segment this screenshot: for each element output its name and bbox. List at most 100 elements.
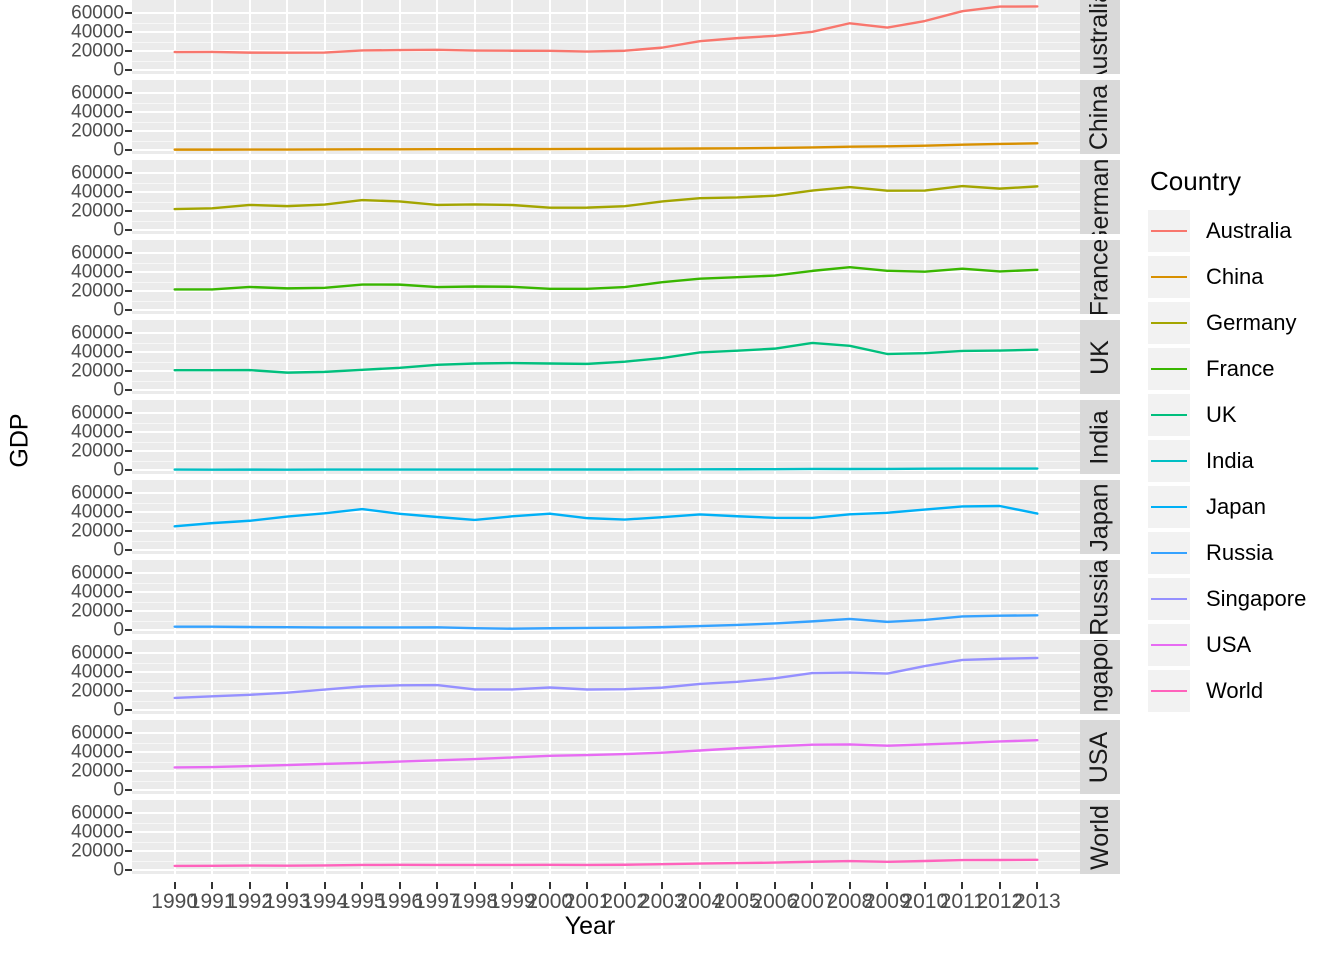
- facet-row: 0 20000 40000 60000 USA: [40, 720, 1120, 799]
- facet-strip-label: Japan: [1085, 482, 1114, 552]
- y-tick-mark: [125, 492, 132, 495]
- legend-item-world[interactable]: World: [1148, 668, 1338, 714]
- x-tick-mark: [923, 882, 926, 889]
- legend-item-germany[interactable]: Germany: [1148, 300, 1338, 346]
- plot-panel: [132, 320, 1080, 394]
- x-axis: 1990 1991 1992 1993 1994 1995 1996 1997 1998 1999…: [132, 882, 1080, 916]
- legend-item-label: USA: [1206, 632, 1252, 657]
- legend-item-japan[interactable]: Japan: [1148, 484, 1338, 530]
- y-tick-mark: [125, 868, 132, 871]
- legend-key-swatch: [1148, 578, 1190, 620]
- legend-item-uk[interactable]: UK: [1148, 392, 1338, 438]
- y-tick-label: 40000: [71, 181, 124, 203]
- facet-strip-australia: Australia: [1080, 0, 1120, 74]
- plot-panel: [132, 160, 1080, 234]
- y-tick-mark: [125, 770, 132, 773]
- y-tick-label: 40000: [71, 421, 124, 443]
- y-tick-label: 0: [113, 859, 124, 881]
- legend-item-france[interactable]: France: [1148, 346, 1338, 392]
- x-tick-mark: [248, 882, 251, 889]
- y-tick-mark: [125, 252, 132, 255]
- x-tick-mark: [886, 882, 889, 889]
- y-tick-mark: [125, 92, 132, 95]
- y-tick-label: 60000: [71, 402, 124, 424]
- y-tick-mark: [125, 671, 132, 674]
- facet-strip-usa: USA: [1080, 720, 1120, 794]
- x-tick-mark: [436, 882, 439, 889]
- x-tick-mark: [811, 882, 814, 889]
- y-tick-mark: [125, 172, 132, 175]
- y-tick-mark: [125, 751, 132, 754]
- facet-strip-label: China: [1085, 84, 1114, 150]
- y-tick-label: 20000: [71, 600, 124, 622]
- y-tick-column: 0 20000 40000 60000: [40, 640, 132, 719]
- y-tick-mark: [125, 548, 132, 551]
- y-tick-mark: [125, 850, 132, 853]
- y-tick-mark: [125, 628, 132, 631]
- y-tick-label: 0: [113, 379, 124, 401]
- y-tick-label: 20000: [71, 520, 124, 542]
- plot-panel: [132, 480, 1080, 554]
- legend-key-swatch: [1148, 302, 1190, 344]
- y-tick-mark: [125, 148, 132, 151]
- y-tick-label: 60000: [71, 802, 124, 824]
- legend-line-glyph: [1151, 230, 1187, 232]
- y-tick-mark: [125, 591, 132, 594]
- plot-panel: [132, 720, 1080, 794]
- y-tick-mark: [125, 370, 132, 373]
- y-tick-mark: [125, 351, 132, 354]
- legend-title: Country: [1150, 166, 1242, 196]
- y-tick-mark: [125, 530, 132, 533]
- facet-row: 0 20000 40000 60000 UK: [40, 320, 1120, 399]
- y-tick-label: 60000: [71, 722, 124, 744]
- plot-panel: [132, 0, 1080, 74]
- y-tick-label: 60000: [71, 162, 124, 184]
- y-tick-label: 20000: [71, 280, 124, 302]
- y-tick-label: 40000: [71, 21, 124, 43]
- legend-key-swatch: [1148, 348, 1190, 390]
- y-axis-title: GDP: [0, 0, 40, 880]
- x-tick-mark: [961, 882, 964, 889]
- facet-strip-world: World: [1080, 800, 1120, 874]
- y-tick-label: 0: [113, 619, 124, 641]
- series-line-world: [173, 858, 1039, 868]
- y-tick-column: 0 20000 40000 60000: [40, 320, 132, 399]
- y-tick-label: 20000: [71, 360, 124, 382]
- legend-item-singapore[interactable]: Singapore: [1148, 576, 1338, 622]
- y-tick-mark: [125, 431, 132, 434]
- legend-item-label: Germany: [1206, 310, 1297, 335]
- legend-key-swatch: [1148, 624, 1190, 666]
- chart-root: GDP 0 20000 40000 60000 Australia 0 20000 40000…: [0, 0, 1344, 960]
- legend-item-australia[interactable]: Australia: [1148, 208, 1338, 254]
- facet-strip-china: China: [1080, 80, 1120, 154]
- legend-item-india[interactable]: India: [1148, 438, 1338, 484]
- y-tick-mark: [125, 308, 132, 311]
- y-tick-column: 0 20000 40000 60000: [40, 560, 132, 639]
- legend-item-china[interactable]: China: [1148, 254, 1338, 300]
- y-tick-mark: [125, 831, 132, 834]
- facet-strip-germany: Germany: [1080, 160, 1120, 234]
- legend-line-glyph: [1151, 598, 1187, 600]
- y-tick-label: 0: [113, 219, 124, 241]
- y-tick-mark: [125, 210, 132, 213]
- legend-line-glyph: [1151, 460, 1187, 462]
- y-tick-mark: [125, 332, 132, 335]
- legend-key-swatch: [1148, 394, 1190, 436]
- legend-item-russia[interactable]: Russia: [1148, 530, 1338, 576]
- plot-panel: [132, 800, 1080, 874]
- y-tick-column: 0 20000 40000 60000: [40, 80, 132, 159]
- facet-strip-label: Russia: [1085, 560, 1114, 634]
- y-tick-label: 40000: [71, 501, 124, 523]
- facet-strip-label: UK: [1085, 339, 1114, 375]
- legend-key-swatch: [1148, 256, 1190, 298]
- y-tick-label: 60000: [71, 562, 124, 584]
- y-tick-mark: [125, 511, 132, 514]
- y-tick-mark: [125, 610, 132, 613]
- legend-item-usa[interactable]: USA: [1148, 622, 1338, 668]
- legend-item-label: Singapore: [1206, 586, 1307, 611]
- y-tick-column: 0 20000 40000 60000: [40, 720, 132, 799]
- y-tick-mark: [125, 788, 132, 791]
- x-tick-mark: [623, 882, 626, 889]
- legend-line-glyph: [1151, 552, 1187, 554]
- legend-item-label: UK: [1206, 402, 1237, 427]
